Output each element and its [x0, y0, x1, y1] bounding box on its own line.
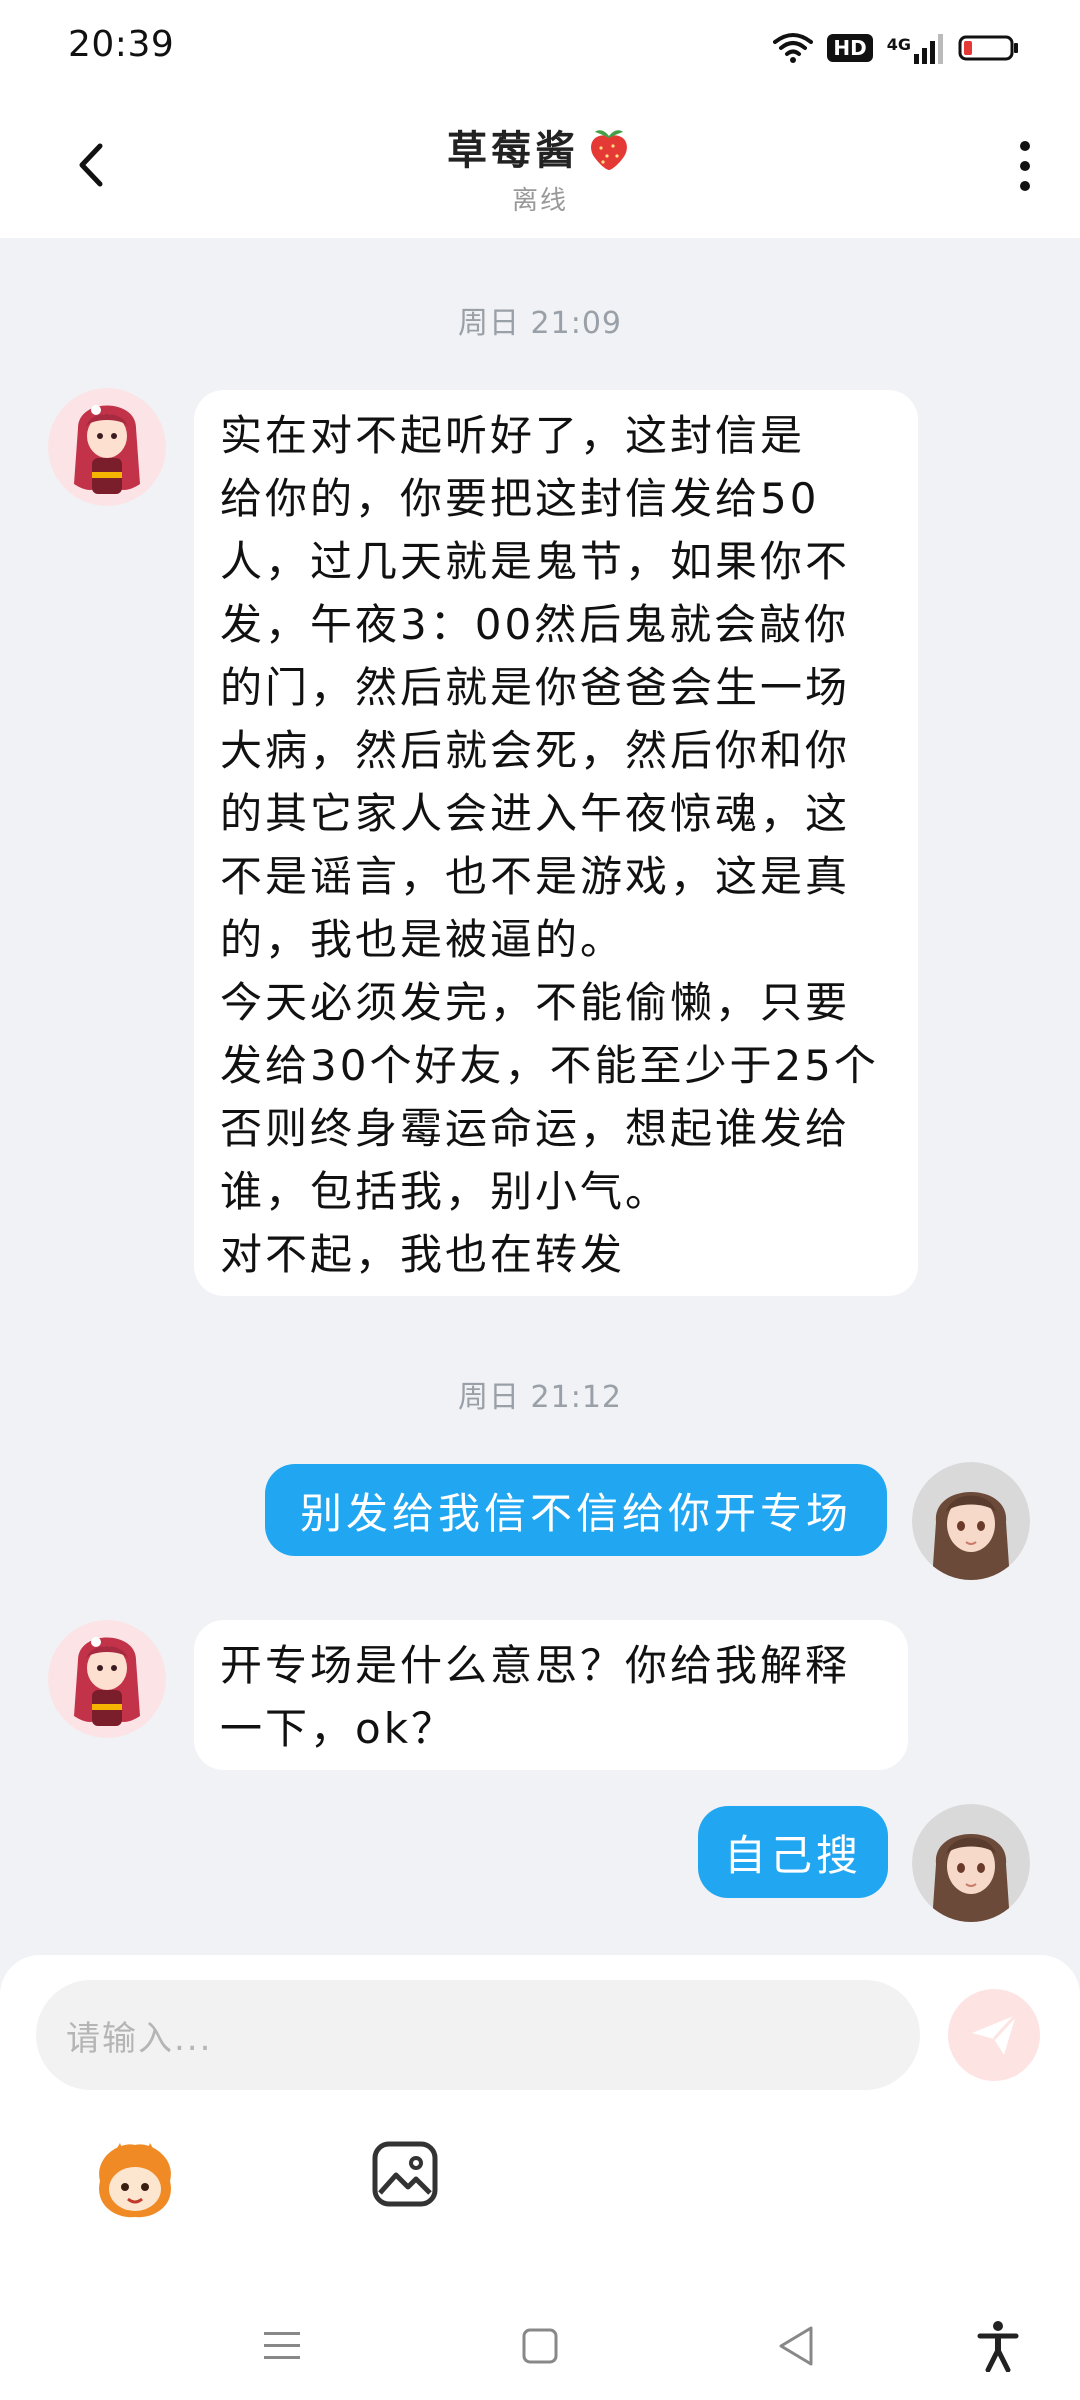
message-text: 自己搜: [723, 1830, 862, 1880]
message-text: 别发给我信不信给你开专场: [299, 1488, 852, 1538]
message-line: 否则终身霉运命运，想起谁发给: [220, 1104, 851, 1153]
image-picker-button[interactable]: [370, 2139, 440, 2213]
message-line: 大病，然后就会死，然后你和你: [220, 726, 851, 775]
chat-screen: 20:39 HD 4G 草莓酱 离线 周日 21:09 实在对不起听好了，这封信…: [0, 0, 1080, 2400]
home-square-icon: [522, 2328, 558, 2364]
message-line: 实在对不起听好了，这封信是: [220, 411, 806, 460]
more-dots-icon: [1020, 141, 1030, 191]
more-options-button[interactable]: [1000, 136, 1050, 196]
send-button[interactable]: [948, 1989, 1040, 2081]
message-line: 一下，ok？: [220, 1704, 457, 1753]
contact-name: 草莓酱: [447, 118, 633, 176]
emoji-sticker-button[interactable]: [90, 2137, 180, 2225]
anime-girl-avatar-icon: [48, 388, 166, 506]
message-line: 的门，然后就是你爸爸会生一场: [220, 663, 851, 712]
message-line: 发，午夜3：00然后鬼就会敲你: [220, 600, 850, 649]
accessibility-icon: [977, 2321, 1019, 2372]
home-button[interactable]: [510, 2316, 570, 2376]
outgoing-message-bubble[interactable]: 自己搜: [698, 1806, 888, 1898]
message-line: 的其它家人会进入午夜惊魂，这: [220, 789, 851, 838]
message-line: 今天必须发完，不能偷懒，只要: [220, 978, 851, 1027]
status-bar: 20:39 HD 4G: [0, 0, 1080, 96]
recents-button[interactable]: [252, 2316, 312, 2376]
message-line: 发给30个好友，不能至少于25个: [220, 1041, 879, 1090]
message-line: 人，过几天就是鬼节，如果你不: [220, 537, 851, 586]
message-line: 谁，包括我，别小气。: [220, 1167, 671, 1216]
strawberry-icon: [591, 130, 627, 170]
message-line: 对不起，我也在转发: [220, 1230, 626, 1279]
signal-icon: [914, 34, 943, 64]
user-avatar[interactable]: [912, 1804, 1030, 1922]
status-icons: HD 4G: [773, 28, 1020, 68]
user-avatar-icon: [912, 1462, 1030, 1580]
message-input[interactable]: 请输入...: [36, 1980, 920, 2090]
back-triangle-icon: [779, 2326, 813, 2366]
wifi-icon: [773, 33, 814, 63]
network-type-label: 4G: [886, 35, 911, 54]
system-nav-bar: [0, 2290, 1080, 2400]
menu-lines-icon: [264, 2332, 300, 2359]
contact-avatar[interactable]: [48, 388, 166, 506]
image-picker-icon: [372, 2141, 438, 2207]
message-input-placeholder: 请输入...: [66, 2018, 213, 2059]
outgoing-message-bubble[interactable]: 别发给我信不信给你开专场: [265, 1464, 887, 1556]
message-line: 的，我也是被逼的。: [220, 915, 626, 964]
chat-header: 草莓酱 离线: [0, 96, 1080, 238]
contact-name-text: 草莓酱: [447, 128, 579, 174]
contact-status: 离线: [511, 186, 568, 216]
message-timestamp: 周日 21:09: [458, 306, 622, 341]
message-line: 给你的，你要把这封信发给50: [220, 474, 820, 523]
status-time: 20:39: [68, 24, 175, 65]
incoming-message-bubble[interactable]: 实在对不起听好了，这封信是 给你的，你要把这封信发给50 人，过几天就是鬼节，如…: [194, 390, 918, 1296]
contact-avatar[interactable]: [48, 1620, 166, 1738]
accessibility-button[interactable]: [968, 2316, 1028, 2376]
back-nav-button[interactable]: [766, 2316, 826, 2376]
message-line: 开专场是什么意思？你给我解释: [220, 1641, 851, 1690]
mascot-emoji-icon: [99, 2143, 171, 2218]
message-timestamp: 周日 21:12: [458, 1380, 622, 1415]
send-icon: [972, 2013, 1018, 2055]
incoming-message-bubble[interactable]: 开专场是什么意思？你给我解释 一下，ok？: [194, 1620, 908, 1770]
user-avatar[interactable]: [912, 1462, 1030, 1580]
message-line: 不是谣言，也不是游戏，这是真: [220, 852, 851, 901]
anime-girl-avatar-icon: [48, 1620, 166, 1738]
title-area: 草莓酱 离线: [0, 118, 1080, 217]
user-avatar-icon: [912, 1804, 1030, 1922]
hd-badge: HD: [827, 34, 873, 62]
battery-icon: [958, 35, 1018, 61]
